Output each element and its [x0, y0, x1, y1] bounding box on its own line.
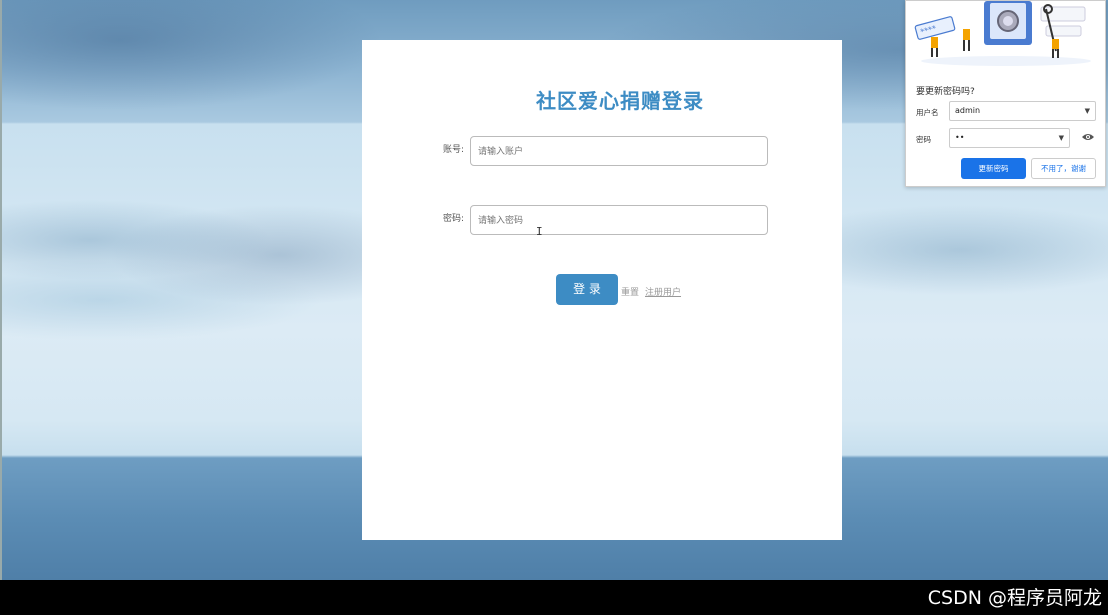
password-label: 密码: — [443, 214, 465, 224]
register-link[interactable]: 注册用户 — [645, 285, 681, 298]
page-title: 社区爱心捐赠登录 — [536, 89, 704, 113]
chevron-down-icon: ▼ — [1084, 107, 1090, 115]
account-input[interactable] — [470, 136, 768, 166]
username-select[interactable]: admin ▼ — [949, 101, 1096, 121]
chevron-down-icon: ▼ — [1058, 134, 1064, 142]
password-input[interactable] — [470, 205, 768, 235]
username-value: admin — [955, 106, 981, 115]
watermark: CSDN @程序员阿龙 — [927, 587, 1102, 609]
reset-link[interactable]: 重置 — [621, 285, 639, 298]
text-cursor-icon: I — [536, 225, 543, 238]
popup-title: 要更新密码吗? — [916, 87, 975, 97]
save-password-popup: **** 要更新密码吗? 用户名 admin ▼ 密码 •• ▼ 更新密码 不用… — [905, 0, 1106, 187]
password-illustration-icon: **** — [906, 1, 1105, 67]
window-edge — [0, 0, 2, 580]
bottom-bar: CSDN @程序员阿龙 — [0, 580, 1108, 615]
password-select[interactable]: •• ▼ — [949, 128, 1070, 148]
login-button[interactable]: 登 录 — [556, 274, 618, 305]
account-label: 账号: — [443, 145, 465, 155]
no-thanks-button[interactable]: 不用了，谢谢 — [1031, 158, 1096, 179]
login-card: 社区爱心捐赠登录 账号: 密码: I 登 录 重置 注册用户 — [362, 40, 842, 540]
update-password-button[interactable]: 更新密码 — [961, 158, 1026, 179]
username-label: 用户名 — [916, 108, 939, 117]
password-label-popup: 密码 — [916, 135, 931, 144]
password-value: •• — [955, 133, 965, 142]
eye-icon[interactable] — [1082, 132, 1094, 142]
